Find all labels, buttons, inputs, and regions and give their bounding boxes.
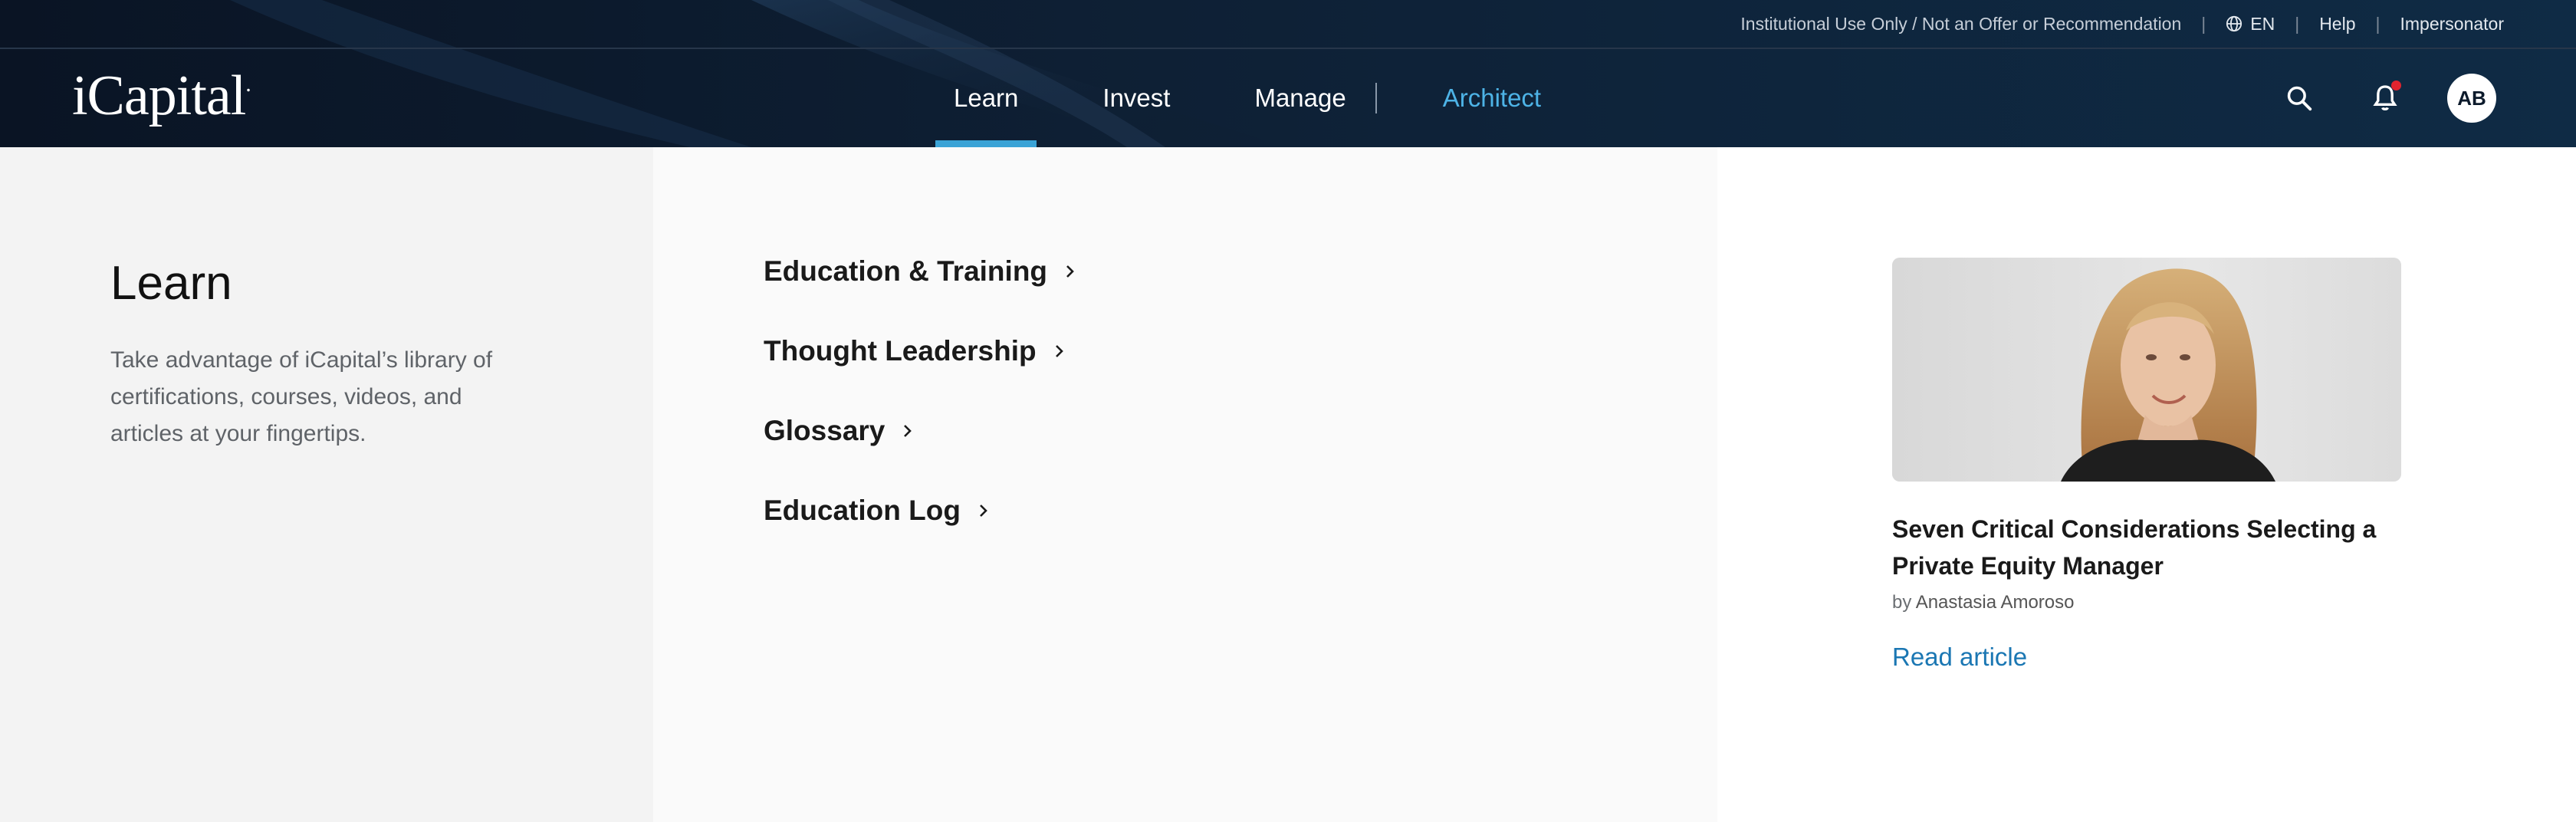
utility-separator: |: [2375, 13, 2380, 34]
main-navigation: Learn Invest Manage Architect: [935, 49, 1559, 147]
nav-manage-label: Manage: [1254, 84, 1346, 112]
disclaimer-text: Institutional Use Only / Not an Offer or…: [1740, 13, 2182, 34]
read-article-link[interactable]: Read article: [1892, 643, 2027, 672]
chevron-right-icon: [902, 423, 914, 439]
featured-article-panel: Seven Critical Considerations Selecting …: [1717, 147, 2576, 822]
menu-links-panel: Education & Training Thought Leadership …: [653, 147, 1717, 822]
search-button[interactable]: [2275, 74, 2323, 122]
nav-learn[interactable]: Learn: [935, 49, 1037, 147]
user-role-label[interactable]: Impersonator: [2400, 14, 2504, 35]
utility-links: Institutional Use Only / Not an Offer or…: [1740, 0, 2504, 48]
language-label: EN: [2250, 13, 2275, 34]
globe-icon: [2226, 15, 2242, 32]
logo-dot: .: [245, 71, 251, 97]
menu-link-education-training[interactable]: Education & Training: [764, 232, 1076, 311]
language-selector[interactable]: EN: [2226, 14, 2275, 35]
featured-article-title[interactable]: Seven Critical Considerations Selecting …: [1892, 511, 2401, 584]
search-icon: [2287, 86, 2312, 111]
notification-badge: [2391, 81, 2401, 90]
menu-link-glossary[interactable]: Glossary: [764, 391, 1076, 471]
help-link[interactable]: Help: [2319, 14, 2355, 35]
chevron-right-icon: [1064, 263, 1076, 280]
featured-article-image[interactable]: [1892, 258, 2401, 482]
utility-separator: |: [2295, 13, 2300, 34]
menu-title: Learn: [110, 257, 232, 310]
article-author: Anastasia Amoroso: [1915, 592, 2075, 613]
menu-link-label: Education Log: [764, 495, 961, 526]
menu-intro-panel: Learn Take advantage of iCapital’s libra…: [0, 147, 653, 822]
menu-link-label: Glossary: [764, 415, 886, 446]
avatar-initials: AB: [2457, 86, 2486, 110]
utility-separator: |: [2201, 13, 2206, 34]
byline-prefix: by: [1892, 592, 1912, 613]
utility-bar: Institutional Use Only / Not an Offer or…: [0, 0, 2576, 49]
author-photo: [1892, 258, 2401, 482]
nav-architect[interactable]: Architect: [1424, 49, 1559, 147]
site-header: Institutional Use Only / Not an Offer or…: [0, 0, 2576, 147]
icapital-logo[interactable]: iCapital.: [72, 61, 251, 130]
menu-link-education-log[interactable]: Education Log: [764, 471, 1076, 551]
logo-text: iCapital: [72, 64, 246, 127]
nav-invest[interactable]: Invest: [1084, 49, 1188, 147]
nav-invest-label: Invest: [1102, 84, 1171, 112]
avatar[interactable]: AB: [2447, 74, 2496, 123]
menu-link-list: Education & Training Thought Leadership …: [764, 232, 1076, 551]
nav-manage[interactable]: Manage: [1236, 49, 1364, 147]
nav-divider: [1375, 83, 1377, 113]
nav-learn-label: Learn: [954, 84, 1019, 112]
chevron-right-icon: [1053, 343, 1066, 360]
nav-architect-label: Architect: [1442, 84, 1542, 112]
notifications-button[interactable]: [2361, 74, 2409, 122]
article-byline: by Anastasia Amoroso: [1892, 592, 2074, 613]
menu-link-label: Thought Leadership: [764, 335, 1037, 367]
menu-link-label: Education & Training: [764, 255, 1048, 287]
header-actions: AB: [2275, 49, 2496, 147]
menu-description: Take advantage of iCapital’s library of …: [110, 347, 493, 446]
chevron-right-icon: [978, 502, 990, 519]
menu-link-thought-leadership[interactable]: Thought Leadership: [764, 311, 1076, 391]
